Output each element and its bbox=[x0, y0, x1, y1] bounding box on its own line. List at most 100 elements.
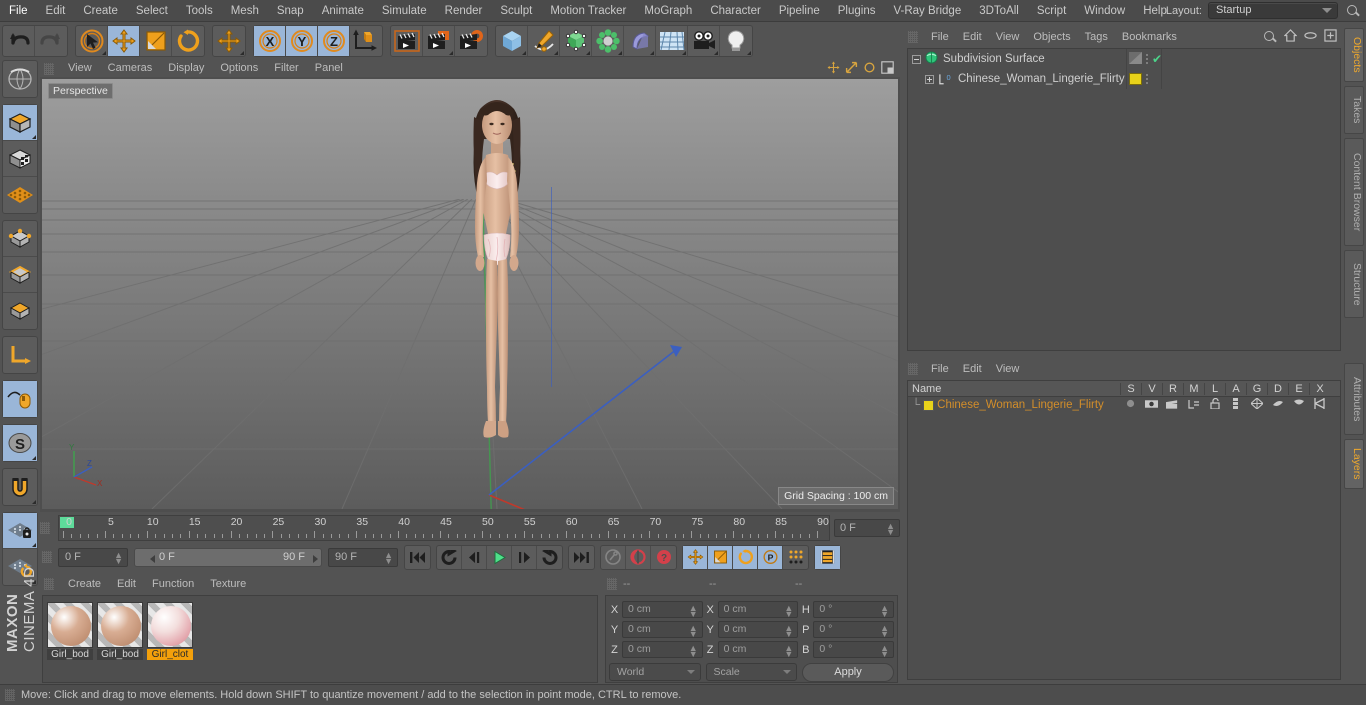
scene-object-icon[interactable] bbox=[624, 26, 656, 56]
generator-icon[interactable] bbox=[560, 26, 592, 56]
stepper-icon[interactable]: ▲ ▼ bbox=[114, 550, 123, 565]
layer-column-name[interactable]: Name bbox=[908, 383, 1120, 395]
panel-gripper-icon[interactable] bbox=[5, 689, 15, 701]
timeline-ruler[interactable]: 0 5 10 15 20 25 30 35 40 45 50 55 60 65 70 75 80 85 90 bbox=[58, 515, 830, 541]
layer-name-cell[interactable]: └ Chinese_Woman_Lingerie_Flirty bbox=[908, 399, 1120, 411]
edges-mode-icon[interactable] bbox=[3, 257, 37, 293]
viewport-menu-item-filter[interactable]: Filter bbox=[266, 60, 306, 77]
points-mode-icon[interactable] bbox=[3, 221, 37, 257]
stepper-icon[interactable]: ▲ ▼ bbox=[784, 624, 793, 639]
object-menu-item-objects[interactable]: Objects bbox=[1026, 28, 1077, 46]
layer-table[interactable]: Name S V R M L A G D E X └ Chinese_Woman_Lingerie_… bbox=[907, 380, 1341, 680]
select-live-icon[interactable] bbox=[76, 26, 108, 56]
preview-range-slider[interactable]: 0 F 90 F bbox=[134, 547, 322, 567]
layout-dropdown[interactable]: Startup bbox=[1208, 2, 1338, 19]
home-icon[interactable] bbox=[1283, 29, 1298, 45]
render-view-icon[interactable] bbox=[391, 26, 423, 56]
magnet-icon[interactable] bbox=[3, 469, 37, 505]
coord-field-pos-z[interactable]: 0 cm ▲ ▼ bbox=[622, 641, 703, 659]
stepper-icon[interactable]: ▲ ▼ bbox=[689, 624, 698, 639]
tab-takes[interactable]: Takes bbox=[1344, 86, 1364, 134]
panel-gripper-icon[interactable] bbox=[908, 31, 918, 43]
light-icon[interactable] bbox=[720, 26, 752, 56]
panel-gripper-icon[interactable] bbox=[40, 522, 50, 534]
record-rotation-icon[interactable] bbox=[733, 545, 758, 569]
snap-enable-icon[interactable]: S bbox=[3, 425, 37, 461]
viewport-maximize-icon[interactable] bbox=[881, 60, 894, 77]
menu-item-3dtoall[interactable]: 3DToAll bbox=[970, 0, 1028, 22]
layer-column-x[interactable]: X bbox=[1309, 382, 1330, 395]
material-menu-item-function[interactable]: Function bbox=[144, 575, 202, 593]
texture-mode-icon[interactable] bbox=[3, 141, 37, 177]
menu-item-mesh[interactable]: Mesh bbox=[222, 0, 268, 22]
coordinate-system-dropdown[interactable]: World bbox=[609, 663, 701, 681]
layer-column-a[interactable]: A bbox=[1225, 382, 1246, 395]
menu-item-script[interactable]: Script bbox=[1028, 0, 1075, 22]
object-menu-item-bookmarks[interactable]: Bookmarks bbox=[1115, 28, 1184, 46]
floor-icon[interactable] bbox=[656, 26, 688, 56]
lock-x-icon[interactable]: X bbox=[254, 26, 286, 56]
polygon-select-icon[interactable] bbox=[3, 177, 37, 213]
start-frame-field[interactable]: 0 F ▲ ▼ bbox=[58, 547, 128, 567]
viewport-canvas[interactable]: Perspective Grid Spacing : 100 cm Y X Z bbox=[42, 79, 898, 509]
viewport-camera-label[interactable]: Perspective bbox=[48, 83, 113, 99]
tab-attributes[interactable]: Attributes bbox=[1344, 363, 1364, 435]
search-icon[interactable] bbox=[1346, 4, 1360, 18]
lock-y-icon[interactable]: Y bbox=[286, 26, 318, 56]
stepper-icon[interactable]: ▲ ▼ bbox=[784, 644, 793, 659]
layer-deformer-cell[interactable] bbox=[1267, 398, 1288, 412]
material-name[interactable]: Girl_bod bbox=[47, 649, 93, 660]
menu-item-window[interactable]: Window bbox=[1075, 0, 1134, 22]
layer-lock-cell[interactable] bbox=[1204, 397, 1225, 412]
timeline-icon[interactable] bbox=[815, 545, 840, 569]
material-preview[interactable] bbox=[147, 602, 193, 648]
menu-item-pipeline[interactable]: Pipeline bbox=[770, 0, 829, 22]
tag-dots-icon[interactable] bbox=[1146, 74, 1148, 84]
layer-column-s[interactable]: S bbox=[1120, 382, 1141, 395]
stepper-icon[interactable]: ▲ ▼ bbox=[880, 604, 889, 619]
display-tag-icon[interactable] bbox=[1129, 51, 1142, 67]
menu-item-simulate[interactable]: Simulate bbox=[373, 0, 436, 22]
material-menu-item-create[interactable]: Create bbox=[60, 575, 109, 593]
new-layer-icon[interactable] bbox=[1324, 29, 1337, 45]
material-name[interactable]: Girl_clot bbox=[147, 649, 193, 660]
menu-item-sculpt[interactable]: Sculpt bbox=[491, 0, 541, 22]
current-frame-field[interactable]: 0 F ▲ ▼ bbox=[834, 519, 900, 537]
undo-icon[interactable] bbox=[3, 26, 35, 56]
menu-item-tools[interactable]: Tools bbox=[177, 0, 222, 22]
stepper-icon[interactable]: ▲ ▼ bbox=[689, 604, 698, 619]
panel-gripper-icon[interactable] bbox=[44, 62, 54, 75]
viewport-menu-item-view[interactable]: View bbox=[60, 60, 100, 77]
material-cell[interactable]: Girl_bod bbox=[47, 602, 93, 676]
layer-menu-item-file[interactable]: File bbox=[924, 360, 956, 378]
autokeying-icon[interactable] bbox=[626, 545, 651, 569]
material-cell[interactable]: Girl_clot bbox=[147, 602, 193, 676]
layer-animation-cell[interactable] bbox=[1225, 398, 1246, 412]
object-tag-cell[interactable]: ✔ bbox=[1126, 49, 1190, 69]
menu-item-file[interactable]: File bbox=[0, 0, 37, 22]
render-settings-icon[interactable] bbox=[455, 26, 487, 56]
move-icon[interactable] bbox=[108, 26, 140, 56]
coord-field-rot-p[interactable]: 0 ° ▲ ▼ bbox=[813, 621, 895, 639]
rotate-icon[interactable] bbox=[172, 26, 204, 56]
material-menu-item-texture[interactable]: Texture bbox=[202, 575, 254, 593]
move-icon[interactable] bbox=[213, 26, 245, 56]
panel-gripper-icon[interactable] bbox=[42, 551, 52, 563]
layer-menu-item-view[interactable]: View bbox=[989, 360, 1027, 378]
coord-field-rot-b[interactable]: 0 ° ▲ ▼ bbox=[813, 641, 895, 659]
layer-render-cell[interactable] bbox=[1162, 399, 1183, 412]
previous-frame-icon[interactable] bbox=[462, 545, 487, 569]
viewport-menu-item-display[interactable]: Display bbox=[160, 60, 212, 77]
record-active-objects-icon[interactable] bbox=[601, 545, 626, 569]
layer-color-swatch[interactable] bbox=[923, 399, 935, 411]
viewport-scale-icon[interactable] bbox=[845, 61, 858, 77]
coordinate-mode-dropdown[interactable]: Scale bbox=[705, 663, 797, 681]
coord-field-size-z[interactable]: 0 cm ▲ ▼ bbox=[717, 641, 799, 659]
menu-item-snap[interactable]: Snap bbox=[268, 0, 313, 22]
material-name[interactable]: Girl_bod bbox=[97, 649, 143, 660]
menu-item-animate[interactable]: Animate bbox=[313, 0, 373, 22]
layer-column-l[interactable]: L bbox=[1204, 382, 1225, 395]
apply-button[interactable]: Apply bbox=[802, 662, 894, 682]
range-left-arrow-icon[interactable] bbox=[150, 554, 155, 563]
record-scale-icon[interactable] bbox=[708, 545, 733, 569]
